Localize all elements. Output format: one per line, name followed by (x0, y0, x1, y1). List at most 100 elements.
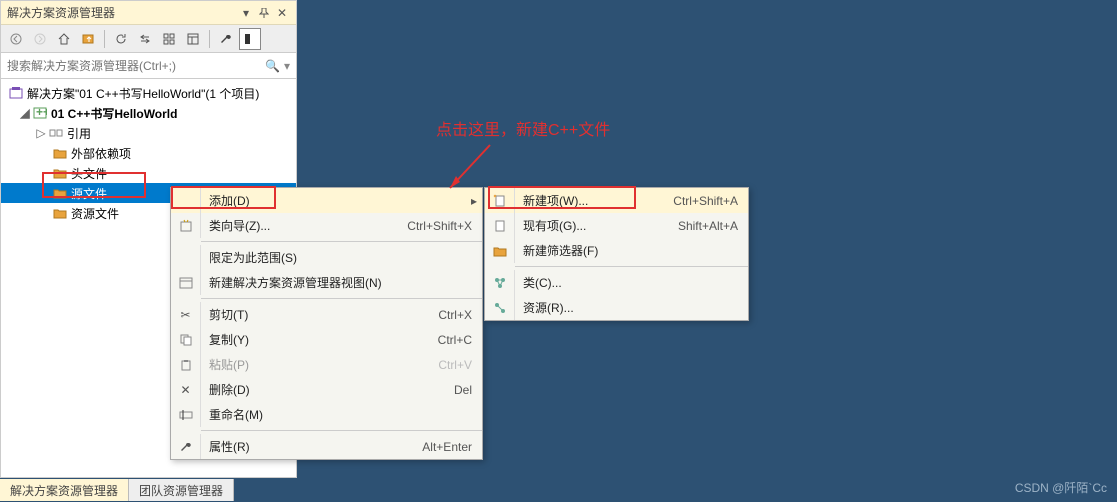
collapse-icon[interactable] (134, 28, 156, 50)
menu-label: 剪切(T) (201, 306, 438, 323)
back-icon[interactable] (5, 28, 27, 50)
watermark: CSDN @阡陌`Cc (1015, 479, 1107, 496)
tree-label: 外部依赖项 (71, 145, 131, 162)
menu-separator (201, 241, 482, 242)
blank-icon (171, 188, 201, 213)
menu-shortcut: Del (454, 383, 482, 397)
menu-label: 重命名(M) (201, 406, 482, 423)
menu-label: 资源(R)... (515, 299, 748, 316)
folder-icon (51, 205, 69, 221)
wizard-icon (171, 213, 201, 238)
menu-copy[interactable]: 复制(Y) Ctrl+C (171, 327, 482, 352)
expand-icon[interactable]: ▷ (35, 126, 47, 140)
context-menu-add-submenu: 新建项(W)... Ctrl+Shift+A 现有项(G)... Shift+A… (484, 187, 749, 321)
filter-icon (485, 238, 515, 263)
home-icon[interactable] (53, 28, 75, 50)
resource-icon (485, 295, 515, 320)
menu-label: 类向导(Z)... (201, 217, 407, 234)
menu-label: 粘贴(P) (201, 356, 438, 373)
menu-label: 属性(R) (201, 438, 422, 455)
panel-toolbar (1, 25, 296, 53)
refresh-icon[interactable] (110, 28, 132, 50)
menu-shortcut: Ctrl+X (438, 308, 482, 322)
tree-label: 01 C++书写HelloWorld (51, 105, 177, 122)
search-dropdown-icon[interactable]: ▾ (284, 59, 290, 73)
panel-title-text: 解决方案资源管理器 (7, 4, 115, 21)
existing-item-icon (485, 213, 515, 238)
menu-shortcut: Ctrl+Shift+X (407, 219, 482, 233)
menu-existing-item[interactable]: 现有项(G)... Shift+Alt+A (485, 213, 748, 238)
menu-label: 新建解决方案资源管理器视图(N) (201, 274, 482, 291)
tree-headers[interactable]: 头文件 (1, 163, 296, 183)
sync-icon[interactable] (77, 28, 99, 50)
newview-icon (171, 270, 201, 295)
menu-shortcut: Shift+Alt+A (678, 219, 748, 233)
menu-label: 添加(D) (201, 192, 466, 209)
menu-separator (201, 298, 482, 299)
svg-text:++: ++ (36, 106, 47, 119)
tree-external[interactable]: 外部依赖项 (1, 143, 296, 163)
tree-refs[interactable]: ▷ 引用 (1, 123, 296, 143)
properties-icon[interactable] (182, 28, 204, 50)
class-icon (485, 270, 515, 295)
references-icon (47, 125, 65, 141)
menu-properties[interactable]: 属性(R) Alt+Enter (171, 434, 482, 459)
menu-add[interactable]: 添加(D) ▸ (171, 188, 482, 213)
menu-new-filter[interactable]: 新建筛选器(F) (485, 238, 748, 263)
menu-shortcut: Alt+Enter (422, 440, 482, 454)
annotation-arrow (440, 140, 510, 200)
menu-scope[interactable]: 限定为此范围(S) (171, 245, 482, 270)
tree-label: 头文件 (71, 165, 107, 182)
menu-label: 删除(D) (201, 381, 454, 398)
close-icon[interactable]: ✕ (274, 5, 290, 21)
menu-label: 限定为此范围(S) (201, 249, 482, 266)
menu-shortcut: Ctrl+C (438, 333, 482, 347)
menu-label: 复制(Y) (201, 331, 438, 348)
menu-label: 现有项(G)... (515, 217, 678, 234)
cut-icon: ✂ (171, 302, 201, 327)
tab-solution-explorer[interactable]: 解决方案资源管理器 (0, 479, 129, 501)
menu-label: 新建项(W)... (515, 192, 673, 209)
menu-separator (201, 430, 482, 431)
panel-titlebar: 解决方案资源管理器 ▾ ✕ (1, 1, 296, 25)
wrench-icon[interactable] (215, 28, 237, 50)
pin-icon[interactable] (256, 5, 272, 21)
rename-icon (171, 402, 201, 427)
solution-icon (7, 85, 25, 101)
menu-label: 类(C)... (515, 274, 748, 291)
search-input[interactable] (7, 59, 265, 73)
menu-new-view[interactable]: 新建解决方案资源管理器视图(N) (171, 270, 482, 295)
tree-label: 资源文件 (71, 205, 119, 222)
menu-resource[interactable]: 资源(R)... (485, 295, 748, 320)
copy-icon (171, 327, 201, 352)
menu-paste[interactable]: 粘贴(P) Ctrl+V (171, 352, 482, 377)
tree-solution[interactable]: 解决方案"01 C++书写HelloWorld"(1 个项目) (1, 83, 296, 103)
folder-icon (51, 165, 69, 181)
folder-icon (51, 185, 69, 201)
menu-rename[interactable]: 重命名(M) (171, 402, 482, 427)
menu-delete[interactable]: ✕ 删除(D) Del (171, 377, 482, 402)
showall-icon[interactable] (158, 28, 180, 50)
menu-cut[interactable]: ✂ 剪切(T) Ctrl+X (171, 302, 482, 327)
expand-icon[interactable]: ◢ (19, 106, 31, 120)
menu-separator (515, 266, 748, 267)
blank-icon (171, 245, 201, 270)
forward-icon[interactable] (29, 28, 51, 50)
annotation-text: 点击这里，新建C++文件 (436, 116, 610, 140)
tree-project[interactable]: ◢ ++ 01 C++书写HelloWorld (1, 103, 296, 123)
bottom-tabs: 解决方案资源管理器 团队资源管理器 (0, 479, 234, 501)
menu-class-wizard[interactable]: 类向导(Z)... Ctrl+Shift+X (171, 213, 482, 238)
tree-label: 源文件 (71, 185, 107, 202)
menu-class[interactable]: 类(C)... (485, 270, 748, 295)
dropdown-icon[interactable]: ▾ (238, 5, 254, 21)
project-icon: ++ (31, 105, 49, 121)
tree-label: 引用 (67, 125, 91, 142)
search-row: 🔍 ▾ (1, 53, 296, 79)
delete-icon: ✕ (171, 377, 201, 402)
menu-new-item[interactable]: 新建项(W)... Ctrl+Shift+A (485, 188, 748, 213)
preview-icon[interactable] (239, 28, 261, 50)
search-icon[interactable]: 🔍 (265, 59, 280, 73)
menu-shortcut: Ctrl+V (438, 358, 482, 372)
tab-team-explorer[interactable]: 团队资源管理器 (129, 479, 234, 501)
folder-icon (51, 145, 69, 161)
